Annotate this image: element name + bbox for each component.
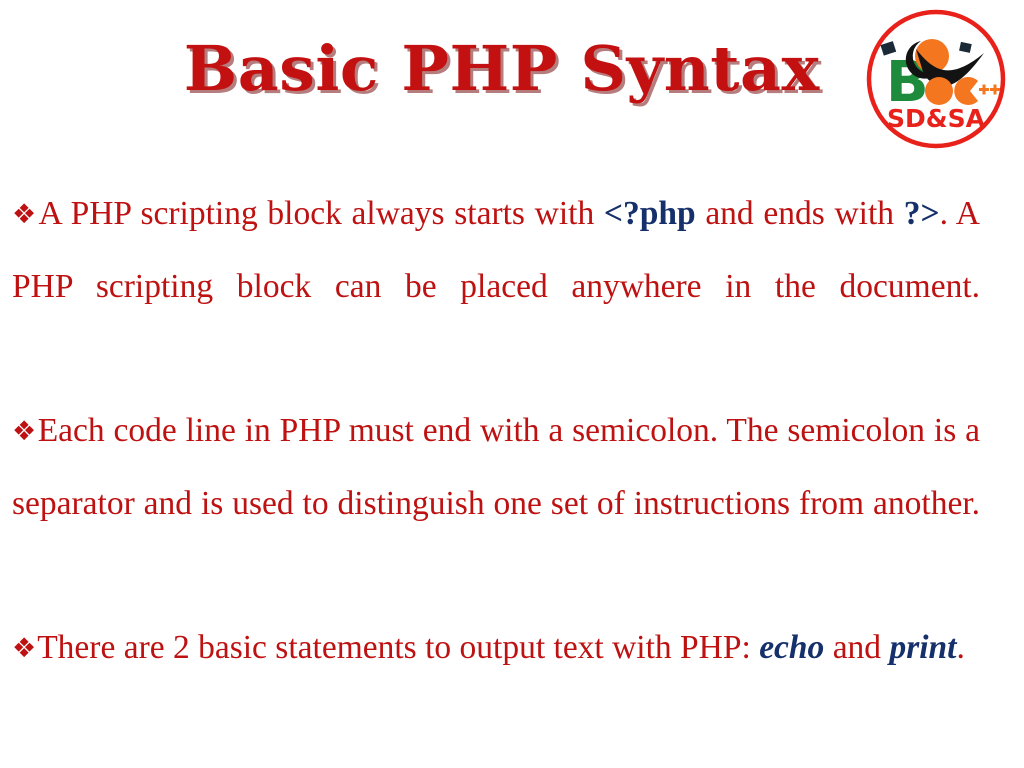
logo-plus-2v bbox=[993, 84, 997, 95]
bullet-2-text: Each code line in PHP must end with a se… bbox=[12, 412, 980, 522]
slide-canvas: Basic PHP Syntax B SD&SA ❖A PHP scriptin… bbox=[0, 0, 1024, 768]
bullet-3-text-2: and bbox=[824, 629, 890, 666]
bullet-1-text-1: A PHP scripting block always starts with bbox=[38, 195, 604, 232]
bullet-3-text-1: There are 2 basic statements to output t… bbox=[37, 629, 760, 666]
logo-graphic: B SD&SA bbox=[866, 9, 1006, 149]
bullet-item-3: ❖There are 2 basic statements to output … bbox=[12, 612, 980, 685]
diamond-bullet-icon: ❖ bbox=[12, 416, 37, 447]
b-voc-sdsa-logo: B SD&SA bbox=[866, 9, 1006, 149]
logo-orange-o2 bbox=[925, 77, 953, 105]
bullet-item-1: ❖A PHP scripting block always starts wit… bbox=[12, 178, 980, 395]
bullet-3-text-3: . bbox=[956, 629, 965, 666]
bullet-3-keyword-echo: echo bbox=[759, 629, 825, 666]
logo-plus-1v bbox=[982, 84, 986, 95]
diamond-bullet-icon: ❖ bbox=[12, 633, 37, 664]
bullet-3-keyword-print: print bbox=[889, 629, 957, 666]
bullet-1-text-2: and ends with bbox=[695, 195, 904, 232]
logo-caption: SD&SA bbox=[887, 104, 986, 133]
bullet-1-code-close: ?> bbox=[903, 195, 940, 232]
body-content: ❖A PHP scripting block always starts wit… bbox=[12, 178, 980, 685]
page-title: Basic PHP Syntax bbox=[184, 32, 820, 105]
bullet-1-code-open: <?php bbox=[603, 195, 696, 232]
bullet-item-2: ❖Each code line in PHP must end with a s… bbox=[12, 395, 980, 612]
diamond-bullet-icon: ❖ bbox=[12, 199, 38, 230]
